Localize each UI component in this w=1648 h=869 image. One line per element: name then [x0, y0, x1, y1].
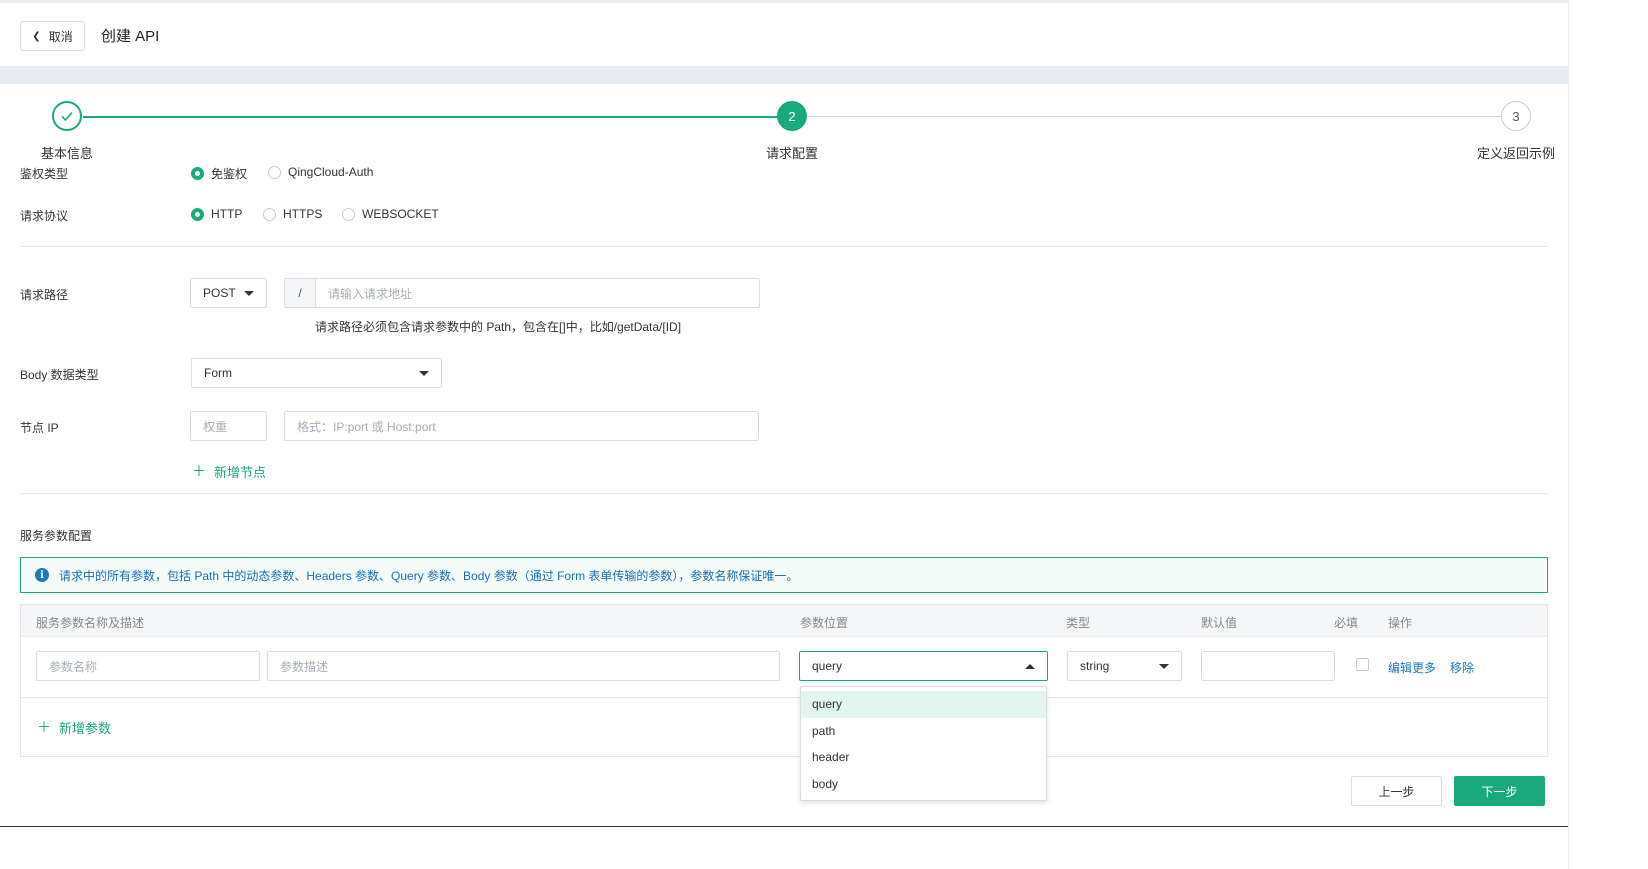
protocol-radio-https[interactable]: HTTPS	[263, 207, 322, 221]
dropdown-option-query[interactable]: query	[801, 691, 1046, 718]
column-header: 类型	[1066, 616, 1091, 630]
plus-icon: ＋	[37, 719, 51, 735]
step-1-label: 基本信息	[41, 146, 94, 161]
dropdown-option-path[interactable]: path	[801, 718, 1046, 745]
path-hint: 请求路径必须包含请求参数中的 Path，包含在[]中，比如/getData/[I…	[315, 320, 682, 334]
protocol-option-label: HTTPS	[283, 207, 323, 221]
radio-unchecked-icon	[263, 207, 276, 221]
auth-option-label: QingCloud-Auth	[288, 165, 374, 179]
divider	[20, 246, 1548, 247]
right-margin	[1568, 0, 1648, 869]
remove-link[interactable]: 移除	[1450, 659, 1474, 676]
request-path-label: 请求路径	[20, 288, 69, 302]
param-name-placeholder: 参数名称	[49, 659, 98, 674]
param-type-select[interactable]: string	[1067, 651, 1182, 681]
caret-up-icon	[1025, 663, 1035, 669]
step-3-circle: 3	[1501, 101, 1531, 131]
param-required-checkbox[interactable]	[1356, 658, 1369, 671]
radio-checked-icon	[191, 167, 204, 180]
path-prefix: /	[285, 279, 316, 307]
info-banner: i 请求中的所有参数，包括 Path 中的动态参数、Headers 参数、Que…	[20, 557, 1548, 593]
protocol-radio-websocket[interactable]: WEBSOCKET	[342, 207, 439, 221]
radio-unchecked-icon	[268, 165, 281, 179]
param-desc-input[interactable]: 参数描述	[267, 651, 780, 681]
node-address-placeholder: 格式：IP:port 或 Host:port	[297, 419, 436, 434]
prev-step-button[interactable]: 上一步	[1351, 776, 1442, 806]
path-input[interactable]: 请输入请求地址	[316, 285, 412, 302]
node-address-input[interactable]: 格式：IP:port 或 Host:port	[284, 411, 759, 441]
step-connector-pending	[808, 116, 1501, 117]
param-location-value: query	[812, 659, 843, 673]
path-input-group: / 请输入请求地址	[284, 278, 760, 308]
info-icon: i	[35, 568, 49, 582]
param-default-input[interactable]	[1201, 651, 1335, 681]
protocol-option-label: HTTP	[211, 207, 243, 221]
body-type-select[interactable]: Form	[191, 358, 442, 388]
info-text: 请求中的所有参数，包括 Path 中的动态参数、Headers 参数、Query…	[59, 568, 799, 583]
method-select[interactable]: POST	[190, 278, 267, 308]
auth-option-label: 免鉴权	[211, 167, 248, 181]
cancel-button[interactable]: ❮ 取消	[20, 21, 85, 51]
body-type-label: Body 数据类型	[20, 368, 99, 382]
radio-unchecked-icon	[342, 207, 355, 221]
param-type-value: string	[1080, 659, 1110, 673]
step-2-circle: 2	[777, 101, 807, 131]
chevron-left-icon: ❮	[32, 30, 41, 42]
param-location-select[interactable]: query	[799, 651, 1048, 681]
param-desc-placeholder: 参数描述	[280, 659, 329, 674]
row-divider	[21, 697, 1547, 698]
caret-down-icon	[244, 290, 254, 296]
header-band	[0, 66, 1568, 84]
param-name-input[interactable]: 参数名称	[36, 651, 260, 681]
auth-radio-qingcloud[interactable]: QingCloud-Auth	[268, 165, 373, 179]
column-header: 操作	[1388, 616, 1413, 630]
column-header: 默认值	[1201, 616, 1238, 630]
add-node-button[interactable]: ＋ 新增节点	[192, 461, 266, 481]
method-value: POST	[203, 286, 236, 300]
step-3-label: 定义返回示例	[1477, 146, 1556, 161]
page-title: 创建 API	[101, 28, 160, 45]
auth-type-label: 鉴权类型	[20, 167, 69, 181]
bottom-border	[0, 826, 1568, 827]
step-connector-done	[83, 116, 778, 118]
cancel-label: 取消	[48, 29, 73, 44]
step-2-label: 请求配置	[766, 146, 819, 161]
add-param-button[interactable]: ＋ 新增参数	[37, 717, 111, 737]
dropdown-option-header[interactable]: header	[801, 744, 1046, 771]
column-header: 必填	[1334, 616, 1359, 630]
divider	[20, 493, 1548, 494]
node-ip-label: 节点 IP	[20, 421, 59, 435]
top-bar: ❮ 取消 创建 API	[0, 0, 1568, 66]
check-icon	[61, 111, 73, 122]
weight-input[interactable]: 权重	[190, 411, 267, 441]
protocol-option-label: WEBSOCKET	[362, 207, 439, 221]
column-header: 服务参数名称及描述	[36, 616, 145, 630]
param-location-dropdown: query path header body	[800, 686, 1047, 801]
params-table: 服务参数名称及描述 参数位置 类型 默认值 必填 操作 参数名称 参数描述 qu…	[20, 604, 1548, 757]
body-type-value: Form	[204, 366, 232, 380]
dropdown-option-body[interactable]: body	[801, 771, 1046, 798]
step-1-circle	[52, 101, 82, 131]
protocol-radio-http[interactable]: HTTP	[191, 207, 242, 221]
table-header: 服务参数名称及描述 参数位置 类型 默认值 必填 操作	[21, 605, 1547, 637]
plus-icon: ＋	[192, 463, 206, 479]
add-param-label: 新增参数	[59, 720, 112, 736]
auth-radio-none[interactable]: 免鉴权	[191, 165, 247, 182]
service-params-title: 服务参数配置	[20, 529, 93, 543]
caret-down-icon	[1159, 663, 1169, 669]
edit-more-link[interactable]: 编辑更多	[1388, 659, 1436, 676]
radio-checked-icon	[191, 207, 204, 221]
next-step-button[interactable]: 下一步	[1454, 776, 1545, 806]
protocol-label: 请求协议	[20, 209, 69, 223]
weight-placeholder: 权重	[203, 419, 228, 434]
column-header: 参数位置	[800, 616, 849, 630]
caret-down-icon	[419, 370, 429, 376]
add-node-label: 新增节点	[214, 464, 267, 480]
